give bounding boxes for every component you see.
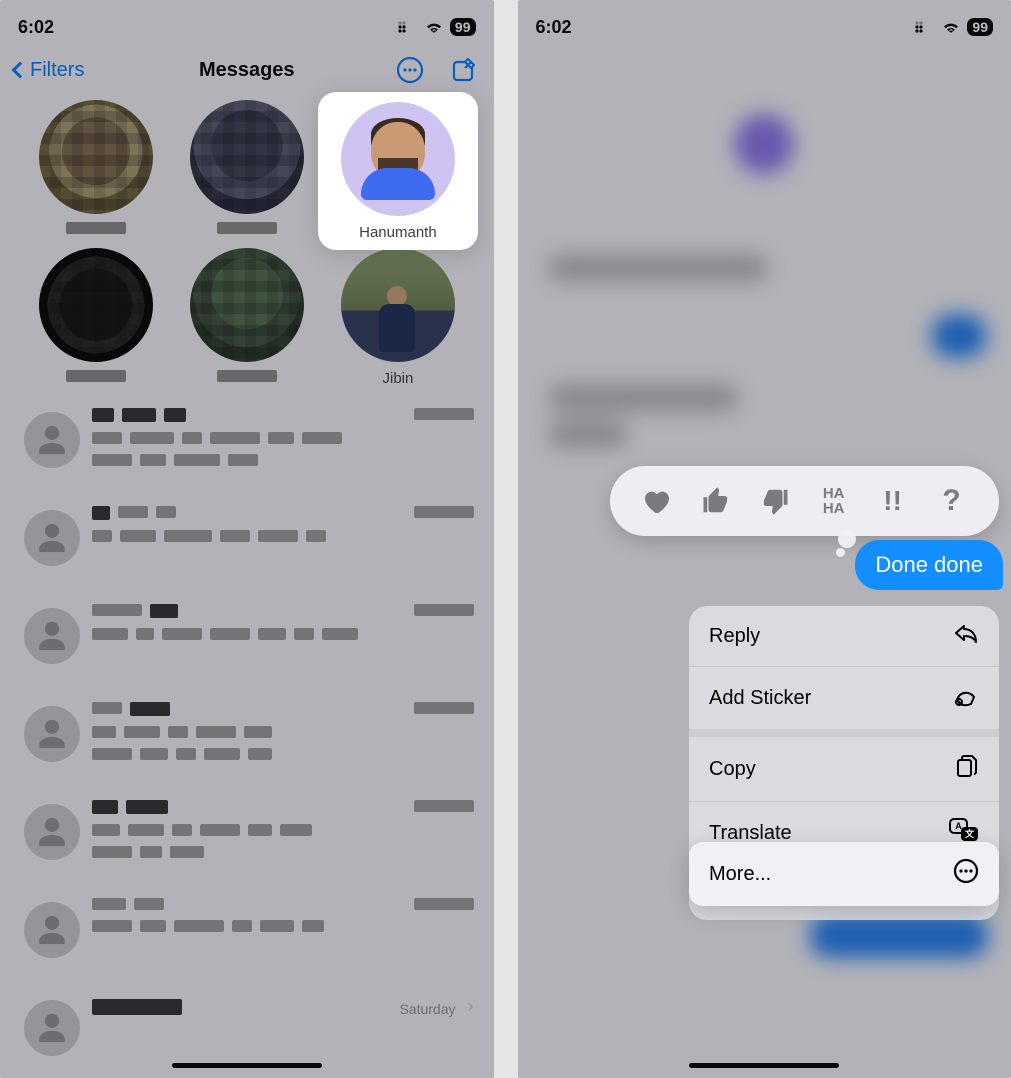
menu-label: Copy — [709, 758, 756, 781]
contact-silhouette-icon — [24, 510, 80, 566]
contact-silhouette-icon — [24, 412, 80, 468]
tapback-haha[interactable]: HA HA — [814, 481, 854, 521]
menu-reply[interactable]: Reply — [689, 606, 999, 666]
avatar — [190, 248, 304, 362]
avatar-photo — [341, 248, 455, 362]
cellular-icon — [398, 20, 418, 34]
menu-label: Add Sticker — [709, 687, 811, 710]
menu-more-highlighted[interactable]: More... — [689, 842, 999, 906]
home-indicator[interactable] — [172, 1063, 322, 1068]
contact-silhouette-icon — [24, 608, 80, 664]
avatar-memoji — [341, 102, 455, 216]
tapback-tail — [836, 548, 845, 557]
pinned-contact[interactable] — [171, 100, 322, 242]
status-bar: 6:02 99 — [518, 0, 1011, 44]
menu-copy[interactable]: Copy — [689, 737, 999, 801]
contact-silhouette-icon — [24, 902, 80, 958]
menu-add-sticker[interactable]: Add Sticker — [689, 667, 999, 729]
contact-silhouette-icon — [24, 804, 80, 860]
reply-arrow-icon — [953, 622, 979, 650]
pinned-contact[interactable]: Jibin — [322, 248, 473, 388]
pinned-name-redacted — [217, 222, 277, 234]
phone-message-context-menu: 6:02 99 HA HA !! ? — [518, 0, 1011, 1078]
battery-badge: 99 — [967, 18, 993, 36]
sticker-icon — [953, 683, 979, 713]
pinned-name-redacted — [217, 370, 277, 382]
conversation-row[interactable]: Saturday › — [0, 986, 494, 1064]
avatar — [190, 100, 304, 214]
pinned-contact[interactable] — [171, 248, 322, 388]
contact-silhouette-icon — [24, 1000, 80, 1056]
more-options-button[interactable] — [394, 54, 426, 86]
pinned-name: Jibin — [382, 370, 413, 388]
conversation-row[interactable] — [0, 888, 494, 986]
conversation-row[interactable] — [0, 496, 494, 594]
avatar — [39, 100, 153, 214]
tapback-tail — [838, 530, 856, 548]
copy-icon — [955, 753, 979, 785]
nav-bar: Filters Messages — [0, 44, 494, 96]
tapback-heart[interactable] — [637, 481, 677, 521]
status-time: 6:02 — [536, 17, 572, 38]
tapback-thumbs-down[interactable] — [755, 481, 795, 521]
phone-messages-list: 6:02 99 Filters Messages — [0, 0, 494, 1078]
pinned-name-redacted — [66, 222, 126, 234]
wifi-icon — [424, 20, 444, 34]
pinned-contact[interactable] — [20, 100, 171, 242]
pinned-name-redacted — [66, 370, 126, 382]
contact-silhouette-icon — [24, 706, 80, 762]
tapback-question[interactable]: ? — [931, 481, 971, 521]
avatar — [39, 248, 153, 362]
more-circle-icon — [953, 858, 979, 890]
status-right: 99 — [915, 18, 993, 36]
selected-message-bubble[interactable]: Done done — [855, 540, 1003, 590]
conversation-list: Saturday › — [0, 398, 494, 1064]
battery-badge: 99 — [450, 18, 476, 36]
status-time: 6:02 — [18, 17, 54, 38]
pinned-name: Hanumanth — [359, 224, 437, 242]
chevron-left-icon — [12, 62, 29, 79]
conversation-row[interactable] — [0, 594, 494, 692]
menu-label: Reply — [709, 625, 760, 648]
home-indicator[interactable] — [689, 1063, 839, 1068]
back-button[interactable]: Filters — [14, 59, 84, 82]
conversation-time: Saturday — [399, 1001, 455, 1017]
svg-text:A: A — [955, 821, 962, 831]
tapback-thumbs-up[interactable] — [696, 481, 736, 521]
tapback-exclaim[interactable]: !! — [873, 481, 913, 521]
conversation-row[interactable] — [0, 692, 494, 790]
status-right: 99 — [398, 18, 476, 36]
wifi-icon — [941, 20, 961, 34]
menu-label: More... — [709, 863, 771, 886]
compose-button[interactable] — [448, 54, 480, 86]
cellular-icon — [915, 20, 935, 34]
pinned-contacts: Hanumanth Jibin — [0, 96, 494, 398]
back-label: Filters — [30, 59, 84, 82]
pinned-contact-highlighted[interactable]: Hanumanth — [318, 92, 477, 250]
tapback-picker: HA HA !! ? — [610, 466, 1000, 536]
conversation-row[interactable] — [0, 790, 494, 888]
chevron-right-icon: › — [468, 996, 474, 1017]
svg-text:文: 文 — [964, 828, 975, 839]
conversation-row[interactable] — [0, 398, 494, 496]
pinned-contact[interactable] — [20, 248, 171, 388]
status-bar: 6:02 99 — [0, 0, 494, 44]
